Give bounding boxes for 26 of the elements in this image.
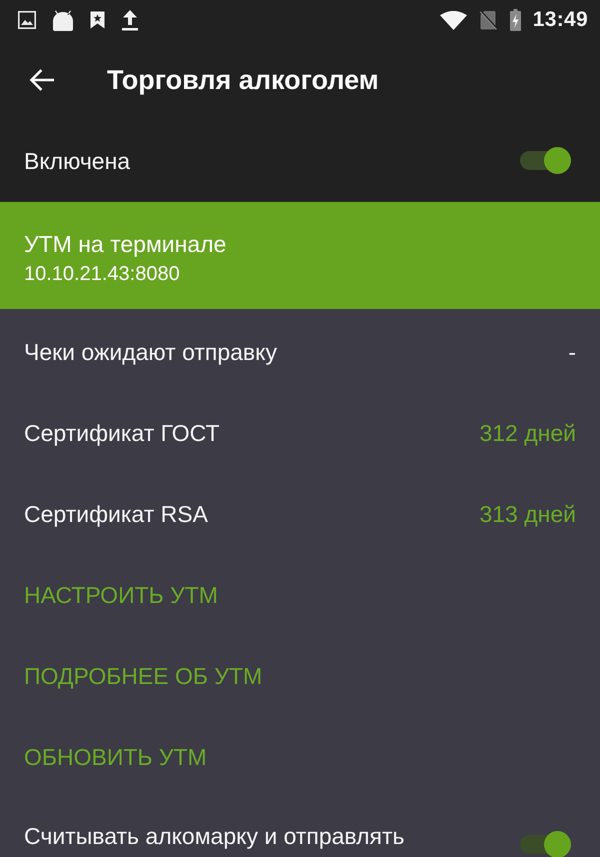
bookmark-star-icon xyxy=(90,11,105,29)
toggle-switch[interactable] xyxy=(520,147,571,174)
robot-head-icon xyxy=(52,10,74,30)
wifi-icon xyxy=(440,10,467,30)
action-button[interactable]: ПОДРОБНЕЕ ОБ УТМ xyxy=(24,662,262,690)
info-value: 313 дней xyxy=(479,500,576,528)
upload-icon xyxy=(121,10,139,30)
switch-label: Включена xyxy=(24,146,130,174)
setting-label: Считывать алкомарку и отправлять xyxy=(24,822,405,850)
info-label: Сертификат ГОСТ xyxy=(24,418,220,446)
info-label: Чеки ожидают отправку xyxy=(24,338,277,366)
clock: 13:49 xyxy=(532,8,588,32)
sim-card-slashed-icon xyxy=(478,10,498,30)
info-label: Сертификат RSA xyxy=(24,500,208,528)
action-button[interactable]: ОБНОВИТЬ УТМ xyxy=(24,742,207,770)
utm-title: УТМ на терминале xyxy=(24,230,228,258)
battery-charging-icon xyxy=(510,9,521,31)
toggle-switch[interactable] xyxy=(520,831,571,857)
utm-address: 10.10.21.43:8080 xyxy=(24,262,181,287)
screen-title: Торговля алкоголем xyxy=(107,64,379,97)
back-arrow-icon[interactable] xyxy=(29,69,54,91)
info-value: - xyxy=(568,338,576,366)
image-icon xyxy=(18,11,36,29)
utm-status-panel[interactable]: УТМ на терминале 10.10.21.43:8080 xyxy=(0,201,600,309)
info-value: 312 дней xyxy=(479,418,576,446)
action-button[interactable]: НАСТРОИТЬ УТМ xyxy=(24,580,218,608)
